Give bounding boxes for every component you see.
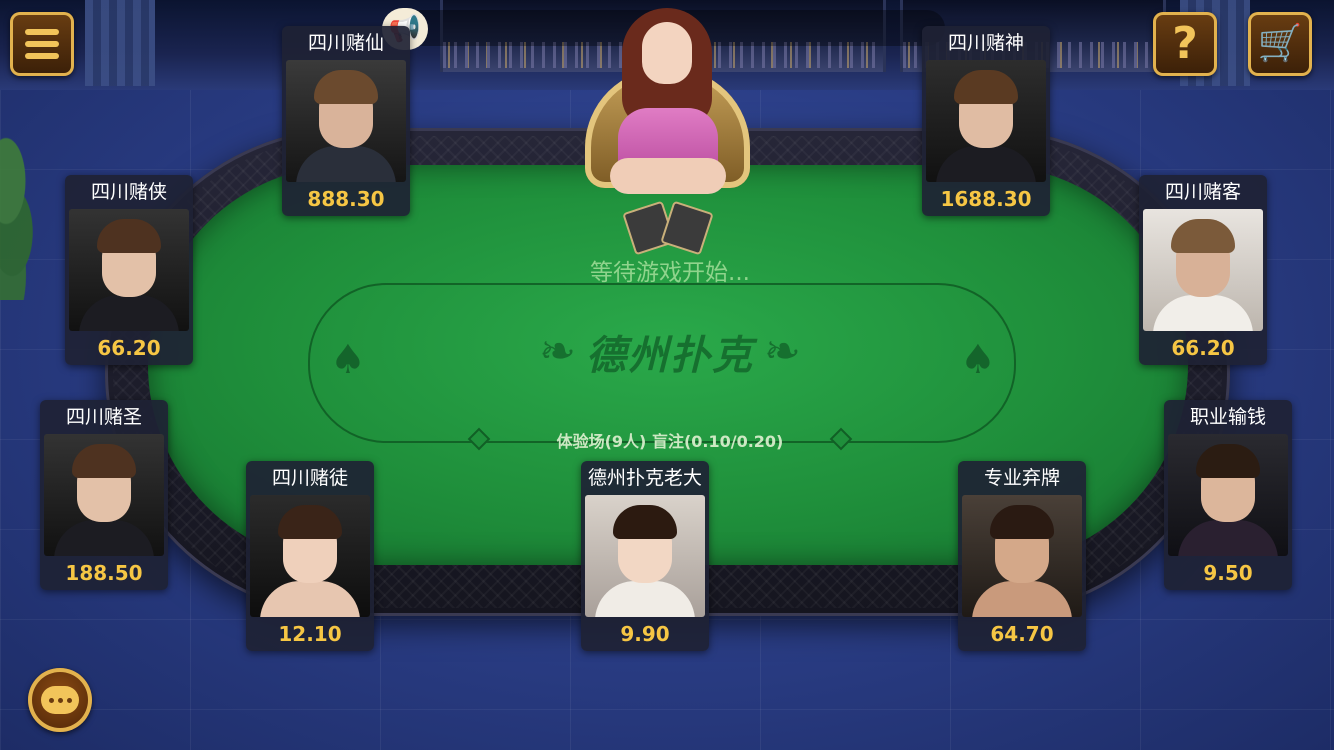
- game-scene: 📢 ♠ ♠ ❧ 德州扑克 ❧ 等待游戏开始... 体验场(9人) 盲注(0.10…: [0, 0, 1334, 750]
- spade-left-icon: ♠: [330, 337, 366, 383]
- player-seat[interactable]: 专业弃牌 64.70: [958, 461, 1086, 651]
- chat-button[interactable]: [28, 668, 92, 732]
- player-chips: 66.20: [1171, 336, 1235, 360]
- player-chips: 12.10: [278, 622, 342, 646]
- player-avatar: [585, 495, 705, 617]
- table-logo: ❧ 德州扑克 ❧: [520, 322, 820, 382]
- player-avatar: [962, 495, 1082, 617]
- curtain-left: [85, 0, 155, 86]
- player-name: 四川赌侠: [90, 181, 167, 203]
- player-chips: 1688.30: [940, 187, 1032, 211]
- player-name: 职业输钱: [1189, 406, 1266, 428]
- plant-decoration: [0, 130, 60, 300]
- player-avatar: [44, 434, 164, 556]
- player-chips: 66.20: [97, 336, 161, 360]
- player-avatar: [250, 495, 370, 617]
- menu-icon: [25, 29, 59, 59]
- player-seat[interactable]: 四川赌徒 12.10: [246, 461, 374, 651]
- player-avatar: [69, 209, 189, 331]
- player-chips: 888.30: [307, 187, 385, 211]
- dealer-cards: [612, 200, 722, 256]
- player-avatar: [926, 60, 1046, 182]
- card-back: [660, 200, 714, 256]
- room-info: 体验场(9人) 盲注(0.10/0.20): [556, 432, 784, 451]
- help-button[interactable]: ?: [1153, 12, 1217, 76]
- player-seat[interactable]: 德州扑克老大 9.90: [581, 461, 709, 651]
- spade-right-icon: ♠: [960, 337, 996, 383]
- waiting-status: 等待游戏开始...: [590, 260, 750, 286]
- player-seat[interactable]: 四川赌圣 188.50: [40, 400, 168, 590]
- player-chips: 9.90: [620, 622, 670, 646]
- player-name: 四川赌徒: [271, 467, 348, 489]
- player-name: 四川赌圣: [65, 406, 142, 428]
- player-seat[interactable]: 四川赌客 66.20: [1139, 175, 1267, 365]
- laurel-left-icon: ❧: [539, 326, 576, 377]
- player-chips: 9.50: [1203, 561, 1253, 585]
- player-name: 四川赌仙: [307, 32, 384, 54]
- player-seat[interactable]: 四川赌侠 66.20: [65, 175, 193, 365]
- player-chips: 188.50: [65, 561, 143, 585]
- player-seat[interactable]: 四川赌神 1688.30: [922, 26, 1050, 216]
- menu-button[interactable]: [10, 12, 74, 76]
- player-chips: 64.70: [990, 622, 1054, 646]
- help-icon: ?: [1172, 18, 1198, 69]
- player-name: 德州扑克老大: [587, 467, 702, 489]
- table-logo-text: 德州扑克: [586, 333, 754, 379]
- cart-icon: 🛒: [1257, 23, 1303, 64]
- player-name: 四川赌客: [1164, 181, 1241, 203]
- player-avatar: [1168, 434, 1288, 556]
- chat-icon: [41, 686, 79, 714]
- player-avatar: [286, 60, 406, 182]
- dealer-avatar: [600, 8, 735, 198]
- player-name: 四川赌神: [947, 32, 1024, 54]
- player-name: 专业弃牌: [983, 467, 1060, 489]
- player-avatar: [1143, 209, 1263, 331]
- laurel-right-icon: ❧: [764, 326, 801, 377]
- player-seat[interactable]: 四川赌仙 888.30: [282, 26, 410, 216]
- player-seat[interactable]: 职业输钱 9.50: [1164, 400, 1292, 590]
- shop-button[interactable]: 🛒: [1248, 12, 1312, 76]
